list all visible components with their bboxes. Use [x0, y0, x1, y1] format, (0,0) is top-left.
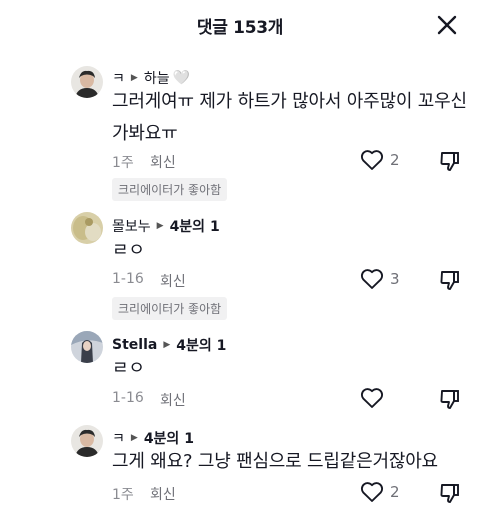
close-button[interactable] [434, 12, 460, 38]
heart-outline-icon [360, 269, 384, 289]
dislike-button[interactable] [439, 150, 461, 172]
like-count: 3 [390, 270, 400, 288]
comment-text: ㄹㅇ [112, 358, 145, 379]
author-name[interactable]: ㅋ [112, 428, 125, 448]
author-name[interactable]: ㅋ [112, 68, 125, 88]
avatar-image [71, 331, 103, 363]
reply-to-name[interactable]: 하늘 [144, 68, 170, 88]
thumbs-down-icon [440, 390, 459, 409]
comments-header: 댓글 153개 [0, 0, 480, 52]
like-button[interactable]: 2 [360, 481, 400, 503]
avatar-image [71, 425, 103, 457]
reply-to-name[interactable]: 4분의 1 [176, 335, 226, 355]
reply-button[interactable]: 회신 [150, 152, 176, 172]
like-count: 2 [390, 483, 400, 501]
author-badge: 🤍 [172, 70, 191, 86]
triangle-right-icon: ▶ [163, 340, 171, 350]
like-count: 2 [390, 151, 400, 169]
comment-text: ㄹㅇ [112, 240, 145, 261]
close-icon [437, 15, 457, 35]
creator-liked-badge: 크리에이터가 좋아함 [112, 297, 228, 320]
comment-date: 1-16 [112, 271, 144, 287]
comment-meta: ㅋ ▶ 4분의 1 [112, 428, 194, 448]
heart-outline-icon [360, 150, 384, 170]
avatar[interactable] [71, 212, 103, 244]
like-button[interactable]: 3 [360, 268, 400, 290]
dislike-button[interactable] [439, 269, 461, 291]
comment-date: 1주 [112, 155, 134, 171]
thumbs-down-icon [440, 271, 459, 290]
comment-text: 그게 왜요? 그냥 팬심으로 드립같은거잖아요 [112, 451, 438, 472]
comment-text: 그러게여ㅠ 제가 하트가 많아서 아주많이 꼬우신가봐요ㅠ [112, 91, 467, 144]
triangle-right-icon: ▶ [130, 433, 138, 443]
reply-to-name[interactable]: 4분의 1 [144, 428, 194, 448]
author-name[interactable]: Stella [112, 337, 157, 353]
avatar[interactable] [71, 66, 103, 98]
dislike-button[interactable] [439, 388, 461, 410]
dislike-button[interactable] [439, 482, 461, 504]
thumbs-down-icon [440, 152, 459, 171]
like-button[interactable] [360, 387, 390, 409]
heart-outline-icon [360, 482, 384, 502]
comment-date: 1-16 [112, 390, 144, 406]
triangle-right-icon: ▶ [156, 221, 164, 231]
heart-outline-icon [360, 388, 384, 408]
reply-button[interactable]: 회신 [160, 390, 186, 410]
comments-count-title: 댓글 153개 [196, 18, 284, 38]
avatar-image [71, 66, 103, 98]
comment-meta: Stella ▶ 4분의 1 [112, 335, 226, 355]
reply-to-name[interactable]: 4분의 1 [170, 216, 220, 236]
reply-button[interactable]: 회신 [150, 484, 176, 504]
like-button[interactable]: 2 [360, 149, 400, 171]
comment-date: 1주 [112, 487, 134, 503]
creator-liked-badge: 크리에이터가 좋아함 [112, 178, 228, 201]
comment-meta: ㅋ ▶ 하늘 🤍 [112, 68, 190, 88]
avatar-image [71, 212, 103, 244]
thumbs-down-icon [440, 484, 459, 503]
triangle-right-icon: ▶ [130, 73, 138, 83]
comment-meta: 몰보누 ▶ 4분의 1 [112, 216, 220, 236]
avatar[interactable] [71, 331, 103, 363]
author-name[interactable]: 몰보누 [112, 216, 151, 236]
avatar[interactable] [71, 425, 103, 457]
reply-button[interactable]: 회신 [160, 271, 186, 291]
